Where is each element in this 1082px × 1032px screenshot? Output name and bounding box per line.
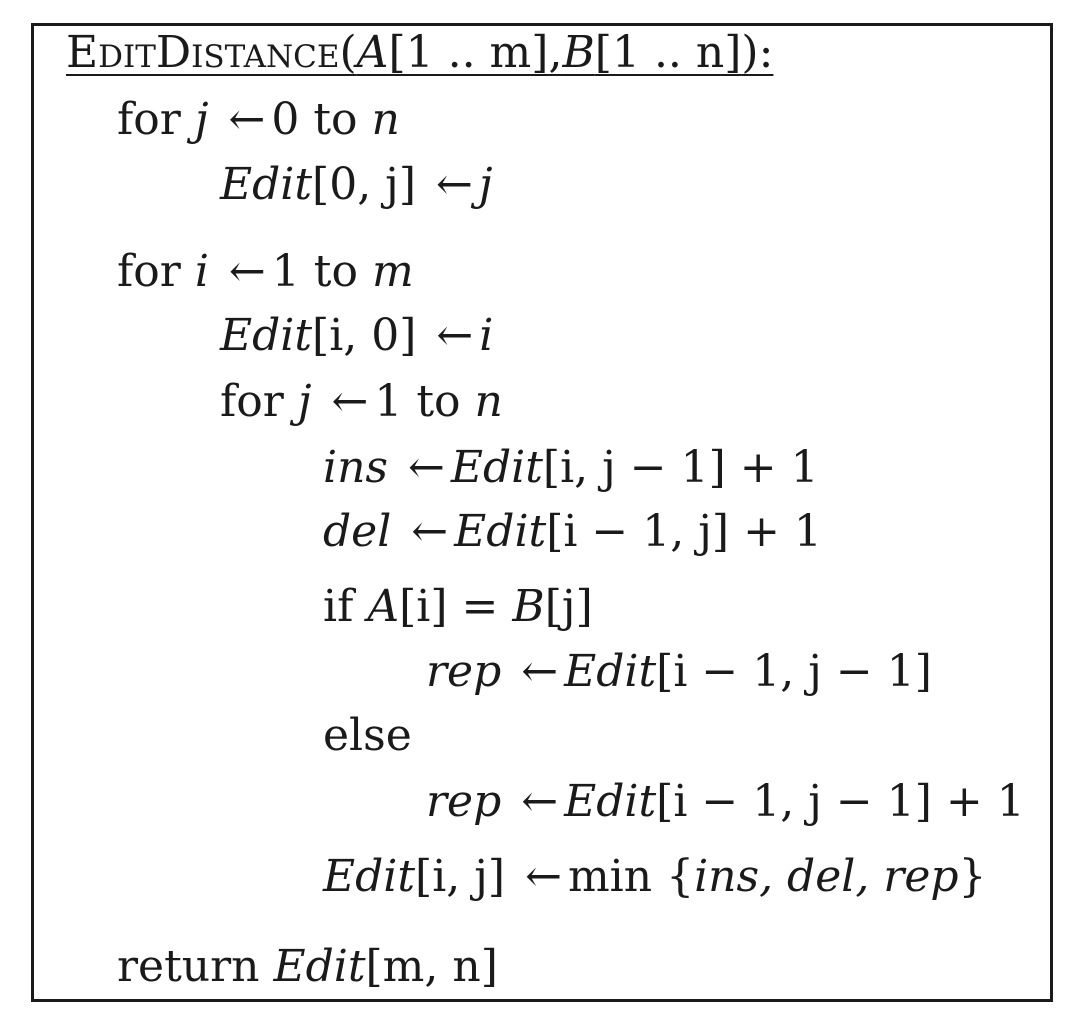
code-line-12: Edit[i, j] ← min {ins, del, rep}	[323, 851, 987, 902]
code-line-11: rep ← Edit[i − 1, j − 1] + 1	[426, 776, 1025, 827]
assign-arrow: ←	[331, 376, 369, 427]
code-line-2: Edit[0, j] ← j	[220, 159, 493, 210]
code-line-4: Edit[i, 0] ← i	[220, 310, 494, 361]
code-line-1: for j ← 0 to n	[117, 94, 400, 145]
code-line-13: return Edit[m, n]	[117, 941, 498, 992]
code-line-6: ins ← Edit[i, j − 1] + 1	[323, 442, 819, 493]
algorithm-name: EditDistance	[66, 27, 340, 78]
code-line-8: if A[i] = B[j]	[323, 581, 593, 632]
assign-arrow: ←	[411, 506, 449, 557]
algorithm-title: EditDistance(A[1 .. m],B[1 .. n]):	[66, 27, 774, 78]
assign-arrow: ←	[436, 159, 473, 210]
code-line-5: for j ← 1 to n	[220, 376, 503, 427]
assign-arrow: ←	[408, 442, 445, 493]
code-line-3: for i ← 1 to m	[117, 246, 414, 297]
code-line-9: rep ← Edit[i − 1, j − 1]	[426, 646, 932, 697]
assign-arrow: ←	[521, 646, 559, 697]
code-line-7: del ← Edit[i − 1, j] + 1	[323, 506, 822, 557]
assign-arrow: ←	[228, 246, 266, 297]
code-line-10: else	[323, 710, 412, 761]
assign-arrow: ←	[436, 310, 474, 361]
assign-arrow: ←	[525, 851, 562, 902]
assign-arrow: ←	[521, 776, 559, 827]
assign-arrow: ←	[228, 94, 266, 145]
